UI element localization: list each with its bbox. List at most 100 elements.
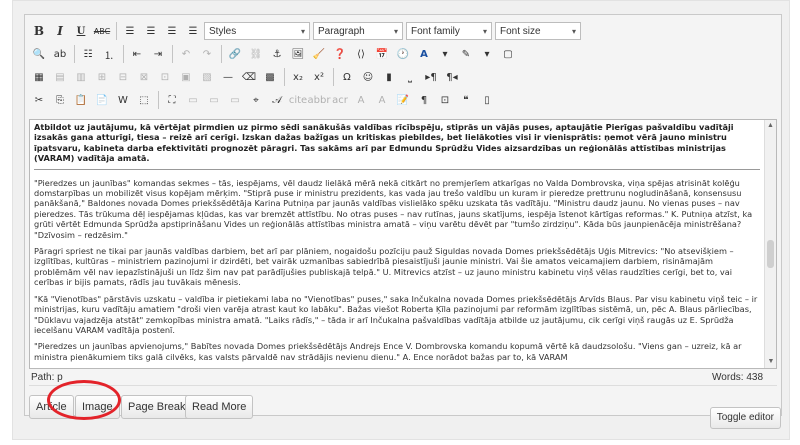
html-icon[interactable]: ⟨⟩ bbox=[351, 44, 371, 64]
font-family-select-value: Font family bbox=[411, 25, 460, 37]
font-family-select[interactable]: Font family ▾ bbox=[406, 22, 492, 40]
underline-button[interactable]: U bbox=[71, 21, 91, 41]
cite-icon[interactable]: cite bbox=[288, 90, 308, 110]
element-path[interactable]: Path: p bbox=[31, 370, 63, 386]
insert-date-icon[interactable]: 📅 bbox=[372, 44, 392, 64]
cut-icon[interactable]: ✂ bbox=[29, 90, 49, 110]
layer-backward-icon[interactable]: ▭ bbox=[225, 90, 245, 110]
format-select[interactable]: Paragraph ▾ bbox=[313, 22, 403, 40]
scroll-down-icon[interactable]: ▼ bbox=[765, 356, 776, 368]
editor-buttons-bar: Article Image Page Break Read More Toggl… bbox=[25, 387, 783, 429]
emoticon-icon[interactable]: ☺ bbox=[358, 67, 378, 87]
paste-word-icon[interactable]: W bbox=[113, 90, 133, 110]
absolute-icon[interactable]: ⌖ bbox=[246, 90, 266, 110]
bold-button[interactable]: B bbox=[29, 21, 49, 41]
toolbar-separator bbox=[333, 68, 334, 86]
select-all-icon[interactable]: ⬚ bbox=[134, 90, 154, 110]
abbr-icon[interactable]: abbr bbox=[308, 90, 331, 110]
strikethrough-button[interactable]: ABC bbox=[92, 21, 112, 41]
numbered-list-icon[interactable]: ⒈ bbox=[99, 44, 119, 64]
styles-select[interactable]: Styles ▾ bbox=[204, 22, 310, 40]
paste-icon[interactable]: 📋 bbox=[71, 90, 91, 110]
align-right-button[interactable]: ☰ bbox=[162, 21, 182, 41]
help-icon[interactable]: ❓ bbox=[330, 44, 350, 64]
insert-col-before-icon[interactable]: ⊡ bbox=[155, 67, 175, 87]
ltr-icon[interactable]: ▸¶ bbox=[421, 67, 441, 87]
fullscreen-icon[interactable]: ⛶ bbox=[162, 90, 182, 110]
superscript-icon[interactable]: x² bbox=[309, 67, 329, 87]
attributes-icon[interactable]: 📝 bbox=[393, 90, 413, 110]
table-row-props-icon[interactable]: ▤ bbox=[50, 67, 70, 87]
bullet-list-icon[interactable]: ☷ bbox=[78, 44, 98, 64]
redo-icon[interactable]: ↷ bbox=[197, 44, 217, 64]
toggle-editor-button[interactable]: Toggle editor bbox=[709, 407, 781, 429]
insert-time-icon[interactable]: 🕐 bbox=[393, 44, 413, 64]
link-icon[interactable]: 🔗 bbox=[225, 44, 245, 64]
indent-icon[interactable]: ⇥ bbox=[148, 44, 168, 64]
del-icon[interactable]: A bbox=[351, 90, 371, 110]
remove-format-icon[interactable]: ⌫ bbox=[239, 67, 259, 87]
horizontal-rule bbox=[34, 168, 760, 170]
anchor-icon[interactable]: ⚓ bbox=[267, 44, 287, 64]
toolbar-row-4: ✂ ⎘ 📋 📄 W ⬚ ⛶ ▭ ▭ ▭ ⌖ 𝒜 cite abbr acr A … bbox=[29, 89, 777, 111]
nonbreaking-icon[interactable]: ⎵ bbox=[400, 67, 420, 87]
toolbar-separator bbox=[116, 22, 117, 40]
template-icon[interactable]: ¶ bbox=[414, 90, 434, 110]
outdent-icon[interactable]: ⇤ bbox=[127, 44, 147, 64]
toolbar-separator bbox=[172, 45, 173, 63]
chevron-down-icon: ▾ bbox=[300, 26, 305, 36]
page-break-button[interactable]: Page Break bbox=[121, 395, 193, 419]
editor-statusbar: Path: p Words: 438 bbox=[29, 370, 777, 386]
subscript-icon[interactable]: x₂ bbox=[288, 67, 308, 87]
media-icon[interactable]: ▮ bbox=[379, 67, 399, 87]
read-more-button[interactable]: Read More bbox=[185, 395, 254, 419]
layer-insert-icon[interactable]: ▭ bbox=[183, 90, 203, 110]
preview-icon[interactable]: ⊡ bbox=[435, 90, 455, 110]
delete-row-icon[interactable]: ⊠ bbox=[134, 67, 154, 87]
insert-row-before-icon[interactable]: ⊞ bbox=[92, 67, 112, 87]
font-size-select[interactable]: Font size ▾ bbox=[495, 22, 581, 40]
replace-icon[interactable]: ab bbox=[50, 44, 70, 64]
acronym-icon[interactable]: acr bbox=[330, 90, 350, 110]
blockquote-icon[interactable]: ❝ bbox=[456, 90, 476, 110]
chevron-down-icon[interactable]: ▾ bbox=[435, 44, 455, 64]
insert-row-after-icon[interactable]: ⊟ bbox=[113, 67, 133, 87]
align-justify-button[interactable]: ☰ bbox=[183, 21, 203, 41]
text-color-icon[interactable]: A bbox=[414, 44, 434, 64]
toolbar-separator bbox=[284, 68, 285, 86]
media-icon[interactable]: ▢ bbox=[498, 44, 518, 64]
content-editable-area[interactable]: Atbildot uz jautājumu, kā vērtējat pirmd… bbox=[29, 119, 777, 369]
undo-icon[interactable]: ↶ bbox=[176, 44, 196, 64]
horizontal-rule-icon[interactable]: — bbox=[218, 67, 238, 87]
pagebreak-icon[interactable]: ▯ bbox=[477, 90, 497, 110]
align-center-button[interactable]: ☰ bbox=[141, 21, 161, 41]
document-body[interactable]: Atbildot uz jautājumu, kā vērtējat pirmd… bbox=[30, 120, 764, 368]
ins-icon[interactable]: A bbox=[372, 90, 392, 110]
table-cell-props-icon[interactable]: ▥ bbox=[71, 67, 91, 87]
insert-col-after-icon[interactable]: ▣ bbox=[176, 67, 196, 87]
background-color-icon[interactable]: ✎ bbox=[456, 44, 476, 64]
find-icon[interactable]: 🔍 bbox=[29, 44, 49, 64]
visual-aid-icon[interactable]: ▩ bbox=[260, 67, 280, 87]
paste-text-icon[interactable]: 📄 bbox=[92, 90, 112, 110]
table-icon[interactable]: ▦ bbox=[29, 67, 49, 87]
scrollbar-thumb[interactable] bbox=[767, 240, 774, 268]
vertical-scrollbar[interactable]: ▲ ▼ bbox=[764, 120, 776, 368]
chevron-down-icon[interactable]: ▾ bbox=[477, 44, 497, 64]
delete-col-icon[interactable]: ▧ bbox=[197, 67, 217, 87]
layer-forward-icon[interactable]: ▭ bbox=[204, 90, 224, 110]
copy-icon[interactable]: ⎘ bbox=[50, 90, 70, 110]
cleanup-icon[interactable]: 🧹 bbox=[309, 44, 329, 64]
special-char-icon[interactable]: Ω bbox=[337, 67, 357, 87]
scroll-up-icon[interactable]: ▲ bbox=[765, 120, 776, 132]
chevron-down-icon: ▾ bbox=[393, 26, 398, 36]
image-icon[interactable]: 🖼 bbox=[288, 44, 308, 64]
italic-button[interactable]: I bbox=[50, 21, 70, 41]
rich-text-editor: B I U ABC ☰ ☰ ☰ ☰ Styles ▾ Paragraph ▾ F… bbox=[24, 14, 782, 429]
body-paragraph-4: "Pieredzes un jaunības apvienojums," Bab… bbox=[34, 341, 742, 362]
rtl-icon[interactable]: ¶◂ bbox=[442, 67, 462, 87]
align-left-button[interactable]: ☰ bbox=[120, 21, 140, 41]
unlink-icon[interactable]: ⛓ bbox=[246, 44, 266, 64]
styleprops-icon[interactable]: 𝒜 bbox=[267, 90, 287, 110]
chevron-down-icon: ▾ bbox=[482, 26, 487, 36]
